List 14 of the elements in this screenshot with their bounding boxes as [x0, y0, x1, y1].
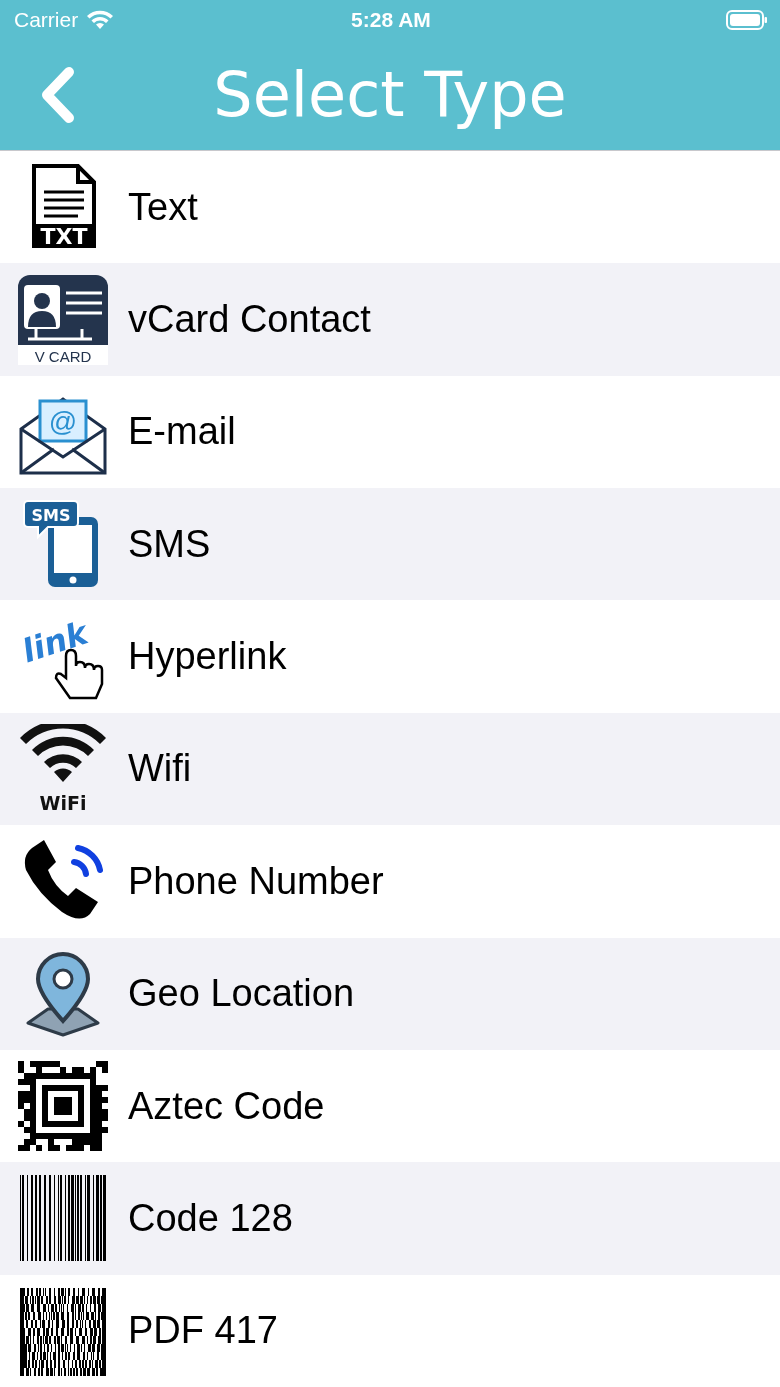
wifi-icon [86, 10, 115, 30]
screen-title: Select Type [213, 58, 567, 131]
status-time: 5:28 AM [350, 8, 432, 32]
barcode-icon [18, 1173, 108, 1264]
list-item[interactable]: Code 128 [0, 1162, 780, 1275]
aztec-code-icon [18, 1061, 108, 1152]
stacked-barcode-icon [18, 1285, 108, 1376]
list-item[interactable]: V CARD vCard Contact [0, 263, 780, 376]
list-item[interactable]: SMS SMS [0, 488, 780, 601]
battery-icon [726, 10, 768, 30]
list-item[interactable]: Geo Location [0, 937, 780, 1050]
id-card-icon: V CARD [18, 274, 108, 365]
carrier-label: Carrier [14, 8, 79, 32]
list-item[interactable]: WiFi Wifi [0, 712, 780, 826]
